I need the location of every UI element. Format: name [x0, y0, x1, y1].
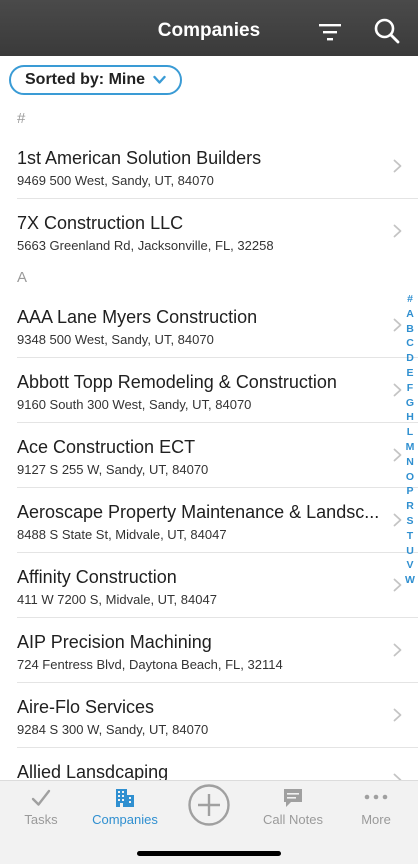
chevron-right-icon: [393, 773, 402, 780]
company-row[interactable]: 7X Construction LLC 5663 Greenland Rd, Ja…: [17, 199, 418, 263]
company-name: AIP Precision Machining: [17, 632, 212, 652]
index-letter[interactable]: F: [407, 381, 413, 396]
index-letter[interactable]: S: [406, 514, 413, 529]
company-address: 411 W 7200 S, Midvale, UT, 84047: [17, 592, 217, 607]
company-address: 9348 500 West, Sandy, UT, 84070: [17, 332, 214, 347]
company-name: AAA Lane Myers Construction: [17, 307, 258, 327]
index-letter[interactable]: L: [407, 425, 413, 440]
section-header: A: [17, 269, 28, 286]
index-letter[interactable]: R: [406, 499, 414, 514]
tab-more[interactable]: More: [352, 781, 400, 837]
company-row[interactable]: Aire-Flo Services 9284 S 300 W, Sandy, UT…: [17, 683, 418, 748]
tab-tasks[interactable]: Tasks: [12, 781, 70, 837]
company-row[interactable]: AIP Precision Machining 724 Fentress Blvd…: [17, 618, 418, 683]
company-row[interactable]: Allied Lansdcaping: [17, 748, 418, 780]
speech-bubble-icon: [284, 789, 302, 807]
section-rows: AAA Lane Myers Construction 9348 500 West…: [0, 293, 418, 780]
sort-label: Sorted by: Mine: [25, 71, 146, 88]
company-address: 8488 S State St, Midvale, UT, 84047: [17, 527, 227, 542]
search-icon[interactable]: [372, 16, 402, 46]
company-list[interactable]: #1st American Solution Builders 9469 500 …: [0, 104, 418, 780]
index-letter[interactable]: O: [406, 470, 414, 485]
index-letter[interactable]: H: [406, 410, 414, 425]
tab-call-notes[interactable]: Call Notes: [258, 781, 328, 837]
chevron-right-icon: [393, 383, 402, 397]
company-name: 7X Construction LLC: [17, 213, 184, 233]
chevron-right-icon: [393, 643, 402, 657]
company-address: 9284 S 300 W, Sandy, UT, 84070: [17, 722, 209, 737]
chevron-right-icon: [393, 448, 402, 462]
more-dots-icon: [364, 794, 388, 800]
index-letter[interactable]: T: [407, 529, 413, 544]
tab-companies[interactable]: Companies: [88, 781, 162, 837]
index-letter[interactable]: N: [406, 455, 414, 470]
company-name: Ace Construction ECT: [17, 437, 196, 457]
company-row[interactable]: AAA Lane Myers Construction 9348 500 West…: [17, 293, 418, 358]
alphabet-index[interactable]: # A B C D E F G H L M N O P R S T U V W: [403, 292, 417, 588]
chevron-right-icon: [393, 159, 402, 173]
tab-label: Companies: [92, 812, 158, 827]
index-letter[interactable]: M: [406, 440, 415, 455]
chevron-right-icon: [393, 578, 402, 592]
company-name: Affinity Construction: [17, 567, 177, 587]
filter-icon[interactable]: [316, 20, 344, 44]
tab-label: Tasks: [24, 812, 58, 827]
sort-dropdown[interactable]: Sorted by: Mine: [9, 65, 183, 95]
tab-label: Call Notes: [263, 812, 323, 827]
company-name: 1st American Solution Builders: [17, 148, 262, 168]
section-rows: 1st American Solution Builders 9469 500 W…: [0, 134, 418, 263]
company-row[interactable]: Ace Construction ECT 9127 S 255 W, Sandy,…: [17, 423, 418, 488]
company-address: 9127 S 255 W, Sandy, UT, 84070: [17, 462, 209, 477]
company-name: Abbott Topp Remodeling & Construction: [17, 372, 337, 392]
company-name: Aeroscape Property Maintenance & Landsc.…: [17, 502, 380, 522]
company-address: 724 Fentress Blvd, Daytona Beach, FL, 32…: [17, 657, 283, 672]
index-letter[interactable]: U: [406, 544, 414, 559]
company-name: Allied Lansdcaping: [17, 762, 169, 780]
index-letter[interactable]: B: [406, 322, 414, 337]
company-address: 9160 South 300 West, Sandy, UT, 84070: [17, 397, 252, 412]
checkmark-icon: [31, 789, 51, 806]
building-icon: [116, 789, 134, 807]
index-letter[interactable]: C: [406, 336, 414, 351]
chevron-right-icon: [393, 224, 402, 238]
index-letter[interactable]: G: [406, 396, 414, 411]
company-row[interactable]: 1st American Solution Builders 9469 500 W…: [17, 134, 418, 199]
page-title: Companies: [157, 20, 261, 41]
company-name: Aire-Flo Services: [17, 697, 155, 717]
chevron-right-icon: [393, 318, 402, 332]
company-row[interactable]: Aeroscape Property Maintenance & Landsc.…: [17, 488, 418, 553]
index-letter[interactable]: A: [406, 307, 414, 322]
section-header: #: [17, 110, 26, 127]
tab-label: More: [361, 812, 391, 827]
index-letter[interactable]: #: [407, 292, 413, 307]
chevron-down-icon: [153, 75, 166, 84]
company-address: 5663 Greenland Rd, Jacksonville, FL, 322…: [17, 238, 274, 253]
home-indicator: [137, 851, 281, 856]
chevron-right-icon: [393, 513, 402, 527]
company-address: 9469 500 West, Sandy, UT, 84070: [17, 173, 214, 188]
company-row[interactable]: Abbott Topp Remodeling & Construction 916…: [17, 358, 418, 423]
index-letter[interactable]: V: [406, 558, 413, 573]
index-letter[interactable]: P: [406, 484, 413, 499]
add-circle-icon: [188, 784, 230, 826]
index-letter[interactable]: E: [406, 366, 413, 381]
index-letter[interactable]: W: [405, 573, 415, 588]
index-letter[interactable]: D: [406, 351, 414, 366]
add-button[interactable]: [186, 781, 232, 837]
navigation-bar: Companies: [0, 0, 418, 56]
company-row[interactable]: Affinity Construction 411 W 7200 S, Midva…: [17, 553, 418, 618]
chevron-right-icon: [393, 708, 402, 722]
